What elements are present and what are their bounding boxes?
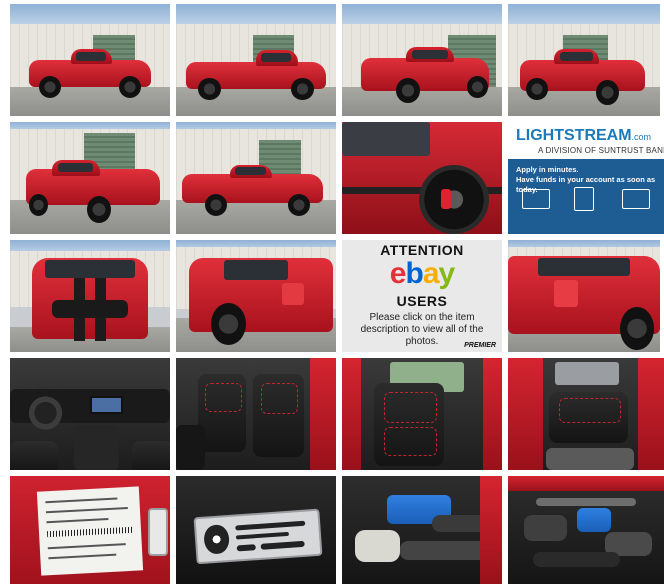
- photo-scene: [508, 476, 664, 584]
- photo-scene: [10, 240, 170, 352]
- lightstream-body: Apply in minutes. Have funds in your acc…: [508, 158, 664, 234]
- gallery-photo-3[interactable]: [342, 4, 502, 116]
- premier-logo: PREMIER: [464, 342, 496, 349]
- photo-scene: [176, 358, 336, 470]
- photo-scene: [10, 476, 170, 584]
- gallery-photo-13[interactable]: [10, 358, 170, 470]
- photo-scene: [10, 122, 170, 234]
- ebay-users: USERS: [396, 293, 448, 309]
- lightstream-logo: LIGHTSTREAM.com: [516, 127, 652, 144]
- ebay-attention: ATTENTION: [380, 242, 464, 258]
- gallery-photo-14[interactable]: [176, 358, 336, 470]
- photo-gallery: LIGHTSTREAM.com A DIVISION OF SUNTRUST B…: [0, 0, 664, 585]
- gallery-photo-5[interactable]: [10, 122, 170, 234]
- document-icon: [574, 186, 594, 211]
- gallery-photo-19[interactable]: [342, 476, 502, 584]
- photo-scene: [10, 4, 170, 116]
- photo-scene: [508, 4, 660, 116]
- photo-scene: [176, 476, 336, 584]
- lightstream-header: LIGHTSTREAM.com A DIVISION OF SUNTRUST B…: [508, 122, 664, 159]
- lightstream-subtitle: A DIVISION OF SUNTRUST BANK: [538, 146, 664, 155]
- gallery-photo-17[interactable]: [10, 476, 170, 584]
- gallery-photo-12[interactable]: [508, 240, 660, 352]
- photo-scene: [10, 358, 170, 470]
- gallery-photo-10[interactable]: [176, 240, 336, 352]
- gallery-photo-2[interactable]: [176, 4, 336, 116]
- photo-scene: [342, 476, 502, 584]
- gallery-photo-15[interactable]: [342, 358, 502, 470]
- gallery-photo-6[interactable]: [176, 122, 336, 234]
- photo-scene: [176, 240, 336, 352]
- gallery-photo-9[interactable]: [10, 240, 170, 352]
- ebay-notice-panel: ATTENTION ebay USERS Please click on the…: [342, 240, 502, 352]
- ebay-notice[interactable]: ATTENTION ebay USERS Please click on the…: [342, 240, 502, 352]
- lightstream-ad[interactable]: LIGHTSTREAM.com A DIVISION OF SUNTRUST B…: [508, 122, 664, 234]
- gallery-photo-18[interactable]: [176, 476, 336, 584]
- gallery-photo-20[interactable]: [508, 476, 664, 584]
- photo-scene: [176, 4, 336, 116]
- gallery-photo-16[interactable]: [508, 358, 664, 470]
- money-icon: [622, 188, 650, 209]
- gallery-photo-4[interactable]: [508, 4, 660, 116]
- photo-scene: [342, 358, 502, 470]
- photo-scene: [342, 4, 502, 116]
- photo-scene: [342, 122, 502, 234]
- gallery-photo-1[interactable]: [10, 4, 170, 116]
- laptop-icon: [522, 188, 550, 209]
- photo-scene: [508, 240, 660, 352]
- gallery-photo-7[interactable]: [342, 122, 502, 234]
- photo-scene: [508, 358, 664, 470]
- photo-scene: [176, 122, 336, 234]
- ebay-logo: ebay: [389, 257, 455, 290]
